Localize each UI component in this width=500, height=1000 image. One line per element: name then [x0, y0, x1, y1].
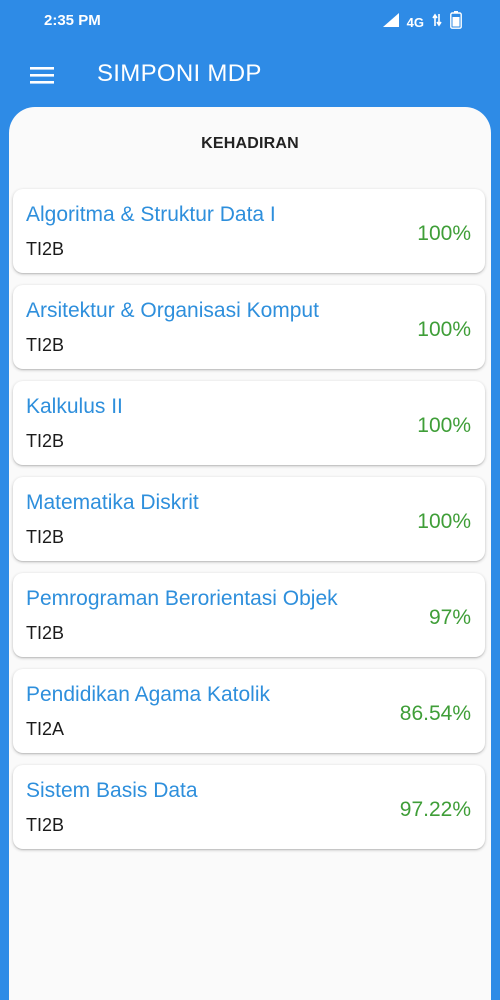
course-class: TI2B	[26, 431, 65, 451]
attendance-percentage: 100%	[417, 222, 471, 245]
battery-icon	[450, 11, 462, 33]
course-name: Arsitektur & Organisasi Komput	[26, 299, 319, 322]
attendance-percentage: 100%	[417, 318, 471, 341]
course-name: Sistem Basis Data	[26, 779, 198, 802]
course-class: TI2B	[26, 335, 65, 355]
course-class: TI2B	[26, 239, 65, 259]
course-card[interactable]: Algoritma & Struktur Data I TI2B 100%	[13, 189, 485, 273]
status-time: 2:35 PM	[44, 12, 101, 29]
course-card[interactable]: Kalkulus II TI2B 100%	[13, 381, 485, 465]
signal-icon	[382, 13, 399, 31]
course-class: TI2B	[26, 815, 65, 835]
course-name: Pemrograman Berorientasi Objek	[26, 587, 338, 610]
attendance-percentage: 100%	[417, 414, 471, 437]
course-name: Algoritma & Struktur Data I	[26, 203, 276, 226]
content-sheet: KEHADIRAN Algoritma & Struktur Data I TI…	[9, 107, 491, 1000]
course-card[interactable]: Arsitektur & Organisasi Komput TI2B 100%	[13, 285, 485, 369]
course-class: TI2B	[26, 527, 65, 547]
attendance-percentage: 100%	[417, 510, 471, 533]
hamburger-menu-icon[interactable]	[30, 64, 56, 86]
course-class: TI2A	[26, 719, 65, 739]
course-name: Kalkulus II	[26, 395, 123, 418]
section-title: KEHADIRAN	[201, 135, 299, 152]
attendance-percentage: 97%	[428, 606, 471, 629]
app-bar: SIMPONI MDP	[0, 42, 500, 110]
course-card[interactable]: Sistem Basis Data TI2B 97.22%	[13, 765, 485, 849]
status-bar: 2:35 PM 4G	[0, 0, 500, 42]
data-arrows-icon	[432, 13, 442, 31]
course-class: TI2B	[26, 623, 65, 643]
attendance-percentage: 86.54%	[399, 702, 471, 725]
app-title: SIMPONI MDP	[97, 60, 262, 87]
course-card[interactable]: Pendidikan Agama Katolik TI2A 86.54%	[13, 669, 485, 753]
course-card[interactable]: Matematika Diskrit TI2B 100%	[13, 477, 485, 561]
attendance-percentage: 97.22%	[399, 798, 471, 821]
course-name: Pendidikan Agama Katolik	[26, 683, 270, 706]
network-type: 4G	[406, 14, 424, 30]
course-card[interactable]: Pemrograman Berorientasi Objek TI2B 97%	[13, 573, 485, 657]
status-icons: 4G	[382, 11, 462, 33]
course-name: Matematika Diskrit	[26, 491, 199, 514]
